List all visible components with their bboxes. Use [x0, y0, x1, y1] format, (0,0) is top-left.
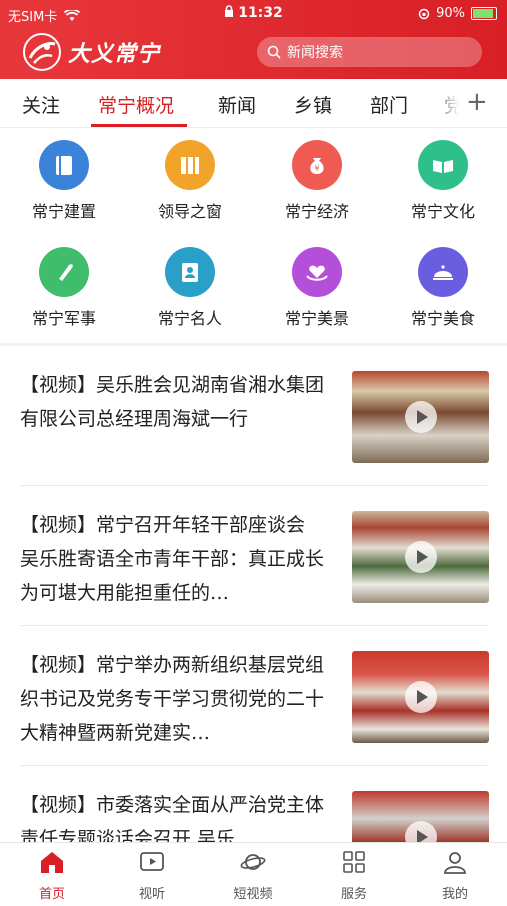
news-item[interactable]: 【视频】常宁举办两新组织基层党组织书记及党务专干学习贯彻党的二十大精神暨两新党建… [0, 626, 507, 766]
news-thumbnail [352, 371, 489, 463]
grid-label: 常宁经济 [284, 202, 349, 221]
news-title: 【视频】常宁召开年轻干部座谈会 吴乐胜寄语全市青年干部：真正成长为可堪大用能担重… [20, 514, 325, 604]
nav-home[interactable]: 首页 [12, 849, 92, 902]
tab-changning-overview[interactable]: 常宁概况 [98, 91, 174, 118]
svg-text:¥: ¥ [314, 164, 319, 173]
nav-media[interactable]: 视听 [112, 849, 192, 902]
tab-guanzhu[interactable]: 关注 [22, 91, 60, 118]
news-title: 【视频】吴乐胜会见湖南省湘水集团有限公司总经理周海斌一行 [20, 374, 325, 430]
grid-label: 常宁建置 [31, 202, 96, 221]
grid-label: 常宁美景 [284, 309, 349, 328]
search-input[interactable]: 新闻搜索 [257, 37, 482, 67]
orientation-lock-icon [418, 8, 430, 19]
play-icon [404, 541, 437, 573]
grid-item-food[interactable]: 常宁美食 [393, 247, 493, 329]
grid-label: 常宁军事 [31, 309, 96, 328]
grid-item-scenery[interactable]: 常宁美景 [267, 247, 367, 329]
money-bag-icon: ¥ [292, 140, 342, 190]
heart-hands-icon [292, 247, 342, 297]
grid-item-leaders[interactable]: 领导之窗 [140, 140, 240, 222]
add-tab-plus-icon[interactable]: + [466, 87, 488, 117]
play-icon [404, 681, 437, 713]
nav-label: 服务 [340, 887, 367, 902]
grid-label: 常宁名人 [157, 309, 222, 328]
nav-profile[interactable]: 我的 [415, 849, 495, 902]
tab-fade [430, 79, 466, 126]
grid-item-economy[interactable]: ¥ 常宁经济 [267, 140, 367, 222]
status-bar: 无SIM卡 11:32 90% [0, 0, 507, 28]
books-icon [165, 140, 215, 190]
active-tab-indicator [91, 124, 187, 127]
grid-item-jianzhi[interactable]: 常宁建置 [14, 140, 114, 222]
play-icon [404, 401, 437, 433]
cloche-icon [418, 247, 468, 297]
tab-towns[interactable]: 乡镇 [294, 91, 332, 118]
battery-percent: 90% [436, 6, 465, 21]
book-icon [39, 140, 89, 190]
tab-news[interactable]: 新闻 [218, 91, 256, 118]
tab-departments[interactable]: 部门 [370, 91, 408, 118]
grid-icon [343, 851, 365, 873]
logo-mark-icon [23, 33, 61, 71]
planet-icon [240, 854, 266, 870]
grid-label: 常宁文化 [410, 202, 475, 221]
search-icon [267, 45, 281, 59]
news-title: 【视频】常宁举办两新组织基层党组织书记及党务专干学习贯彻党的二十大精神暨两新党建… [20, 654, 325, 744]
nav-services[interactable]: 服务 [314, 849, 394, 902]
grid-item-culture[interactable]: 常宁文化 [393, 140, 493, 222]
home-icon [41, 852, 63, 873]
bottom-nav: 首页 视听 短视频 服务 我的 [0, 842, 507, 902]
battery-icon [471, 7, 497, 20]
news-item[interactable]: 【视频】吴乐胜会见湖南省湘水集团有限公司总经理周海斌一行 [0, 346, 507, 486]
app-logo: 大义常宁 [22, 32, 160, 72]
category-tabs: 关注 常宁概况 新闻 乡镇 部门 党 + [0, 79, 507, 128]
nav-label: 首页 [38, 887, 65, 902]
news-item[interactable]: 【视频】常宁召开年轻干部座谈会 吴乐胜寄语全市青年干部：真正成长为可堪大用能担重… [0, 486, 507, 626]
grid-label: 领导之窗 [157, 202, 222, 221]
bullet-icon [39, 247, 89, 297]
person-card-icon [165, 247, 215, 297]
play-screen-icon [140, 852, 164, 871]
grid-item-celebrities[interactable]: 常宁名人 [140, 247, 240, 329]
logo-text: 大义常宁 [68, 42, 161, 67]
nav-label: 短视频 [233, 887, 273, 902]
user-icon [444, 852, 466, 874]
grid-label: 常宁美食 [410, 309, 475, 328]
search-placeholder: 新闻搜索 [287, 45, 343, 61]
nav-short-video[interactable]: 短视频 [213, 849, 293, 902]
open-book-icon [418, 140, 468, 190]
status-right: 90% [418, 6, 497, 21]
lock-icon [225, 5, 234, 17]
news-thumbnail [352, 651, 489, 743]
news-thumbnail [352, 511, 489, 603]
nav-label: 视听 [138, 887, 165, 902]
nav-label: 我的 [441, 887, 468, 902]
grid-item-military[interactable]: 常宁军事 [14, 247, 114, 329]
app-header: 无SIM卡 11:32 90% 大义常宁 新闻搜索 [0, 0, 507, 79]
